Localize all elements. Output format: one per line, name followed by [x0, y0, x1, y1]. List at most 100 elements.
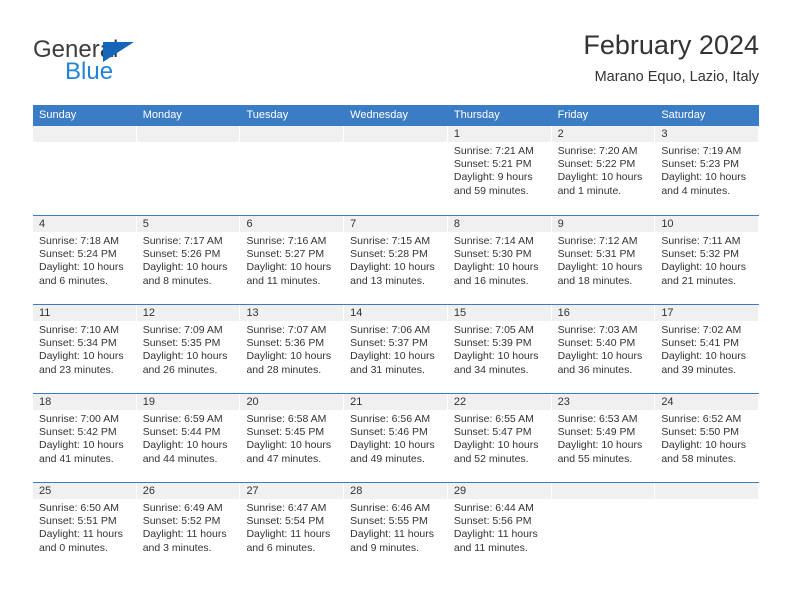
daylight-text: Daylight: 10 hours and 16 minutes. [453, 261, 539, 287]
daylight-text: Daylight: 10 hours and 36 minutes. [557, 350, 643, 376]
sunrise-text: Sunrise: 7:19 AM [661, 145, 742, 157]
weekday-header-sunday: Sunday [39, 109, 77, 121]
calendar-day-cell[interactable]: 7 Sunrise: 7:15 AM Sunset: 5:28 PM Daylight… [344, 216, 448, 304]
day-details: Sunrise: 7:06 AM Sunset: 5:37 PM Daylight:… [344, 321, 447, 377]
sunrise-text: Sunrise: 6:49 AM [142, 502, 223, 514]
calendar-day-cell[interactable]: 17 Sunrise: 7:02 AM Sunset: 5:41 PM Dayligh… [655, 305, 760, 393]
day-details: Sunrise: 7:17 AM Sunset: 5:26 PM Daylight:… [137, 232, 240, 288]
sunrise-text: Sunrise: 7:00 AM [39, 413, 119, 425]
sunrise-text: Sunrise: 7:15 AM [350, 235, 431, 247]
sunset-text: Sunset: 5:31 PM [557, 248, 636, 261]
daylight-text: Daylight: 11 hours and 3 minutes. [142, 528, 227, 554]
day-number: 12 [136, 305, 240, 321]
sunset-text: Sunset: 5:21 PM [453, 158, 532, 171]
calendar-day-cell[interactable]: 8 Sunrise: 7:14 AM Sunset: 5:30 PM Daylight… [447, 216, 552, 304]
calendar-day-cell[interactable]: 13 Sunrise: 7:07 AM Sunset: 5:36 PM Dayligh… [240, 305, 345, 393]
day-details: Sunrise: 6:53 AM Sunset: 5:49 PM Daylight:… [552, 410, 655, 466]
calendar-week-row: 25 Sunrise: 6:50 AM Sunset: 5:51 PM Dayligh… [33, 482, 760, 571]
calendar-day-cell[interactable]: 6 Sunrise: 7:16 AM Sunset: 5:27 PM Daylight… [240, 216, 345, 304]
sunset-text: Sunset: 5:46 PM [350, 426, 428, 439]
daylight-text: Daylight: 10 hours and 11 minutes. [246, 261, 332, 287]
day-details: Sunrise: 7:03 AM Sunset: 5:40 PM Daylight:… [552, 321, 655, 377]
calendar-day-cell[interactable]: 10 Sunrise: 7:11 AM Sunset: 5:32 PM Dayligh… [655, 216, 760, 304]
sunset-text: Sunset: 5:47 PM [453, 426, 532, 439]
title-block: February 2024 Marano Equo, Lazio, Italy [583, 28, 759, 88]
day-number: 4 [33, 216, 136, 232]
calendar-day-cell[interactable]: 9 Sunrise: 7:12 AM Sunset: 5:31 PM Daylight… [551, 216, 656, 304]
sunset-text: Sunset: 5:30 PM [453, 248, 532, 261]
sunset-text: Sunset: 5:37 PM [350, 337, 428, 350]
calendar-day-cell[interactable]: 26 Sunrise: 6:49 AM Sunset: 5:52 PM Dayligh… [136, 483, 241, 571]
calendar-day-cell[interactable]: 28 Sunrise: 6:46 AM Sunset: 5:55 PM Dayligh… [344, 483, 448, 571]
day-number: 16 [551, 305, 655, 321]
day-details: Sunrise: 6:58 AM Sunset: 5:45 PM Daylight:… [240, 410, 343, 466]
day-details: Sunrise: 6:44 AM Sunset: 5:56 PM Daylight:… [448, 499, 551, 555]
page-header: General Blue February 2024 Marano Equo, … [33, 28, 759, 96]
sunrise-text: Sunrise: 7:12 AM [557, 235, 638, 247]
calendar-day-cell[interactable]: 24 Sunrise: 6:52 AM Sunset: 5:50 PM Dayligh… [655, 394, 760, 482]
calendar-grid: Sunday Monday Tuesday Wednesday Thursday… [33, 105, 760, 571]
day-number: 1 [447, 126, 551, 142]
calendar-day-cell[interactable]: 20 Sunrise: 6:58 AM Sunset: 5:45 PM Dayligh… [240, 394, 345, 482]
calendar-day-cell[interactable]: 21 Sunrise: 6:56 AM Sunset: 5:46 PM Dayligh… [344, 394, 448, 482]
calendar-day-cell[interactable]: 5 Sunrise: 7:17 AM Sunset: 5:26 PM Daylight… [136, 216, 241, 304]
calendar-day-cell[interactable]: 1 Sunrise: 7:21 AM Sunset: 5:21 PM Daylight… [447, 126, 552, 215]
day-number: 26 [136, 483, 240, 499]
day-number: 11 [33, 305, 136, 321]
day-number: 20 [240, 394, 344, 410]
day-number [655, 483, 759, 499]
sunset-text: Sunset: 5:23 PM [661, 158, 739, 171]
sunrise-text: Sunrise: 6:58 AM [246, 413, 327, 425]
day-details: Sunrise: 7:12 AM Sunset: 5:31 PM Daylight:… [552, 232, 655, 288]
logo-text-blue: Blue [65, 58, 114, 85]
general-blue-logo[interactable]: General Blue [33, 32, 273, 88]
day-number: 15 [447, 305, 551, 321]
sunset-text: Sunset: 5:45 PM [246, 426, 325, 439]
calendar-day-cell-empty [655, 483, 760, 571]
day-number: 23 [551, 394, 655, 410]
sunset-text: Sunset: 5:35 PM [142, 337, 221, 350]
day-number: 9 [551, 216, 655, 232]
calendar-day-cell[interactable]: 29 Sunrise: 6:44 AM Sunset: 5:56 PM Dayligh… [447, 483, 552, 571]
day-number: 18 [33, 394, 136, 410]
day-details: Sunrise: 6:59 AM Sunset: 5:44 PM Daylight:… [137, 410, 240, 466]
day-number: 22 [447, 394, 551, 410]
calendar-day-cell[interactable]: 23 Sunrise: 6:53 AM Sunset: 5:49 PM Dayligh… [551, 394, 656, 482]
calendar-day-cell[interactable]: 11 Sunrise: 7:10 AM Sunset: 5:34 PM Dayligh… [33, 305, 137, 393]
calendar-day-cell[interactable]: 19 Sunrise: 6:59 AM Sunset: 5:44 PM Dayligh… [136, 394, 241, 482]
daylight-text: Daylight: 10 hours and 18 minutes. [557, 261, 643, 287]
sunrise-text: Sunrise: 7:03 AM [557, 324, 638, 336]
day-details: Sunrise: 7:19 AM Sunset: 5:23 PM Daylight:… [655, 142, 758, 198]
calendar-day-cell[interactable]: 16 Sunrise: 7:03 AM Sunset: 5:40 PM Dayligh… [551, 305, 656, 393]
day-details: Sunrise: 6:55 AM Sunset: 5:47 PM Daylight:… [448, 410, 551, 466]
calendar-day-cell[interactable]: 14 Sunrise: 7:06 AM Sunset: 5:37 PM Dayligh… [344, 305, 448, 393]
daylight-text: Daylight: 10 hours and 39 minutes. [661, 350, 746, 376]
sunrise-text: Sunrise: 6:56 AM [350, 413, 431, 425]
daylight-text: Daylight: 10 hours and 6 minutes. [39, 261, 124, 287]
daylight-text: Daylight: 10 hours and 4 minutes. [661, 171, 746, 197]
day-number: 25 [33, 483, 136, 499]
daylight-text: Daylight: 10 hours and 13 minutes. [350, 261, 435, 287]
calendar-day-cell[interactable]: 25 Sunrise: 6:50 AM Sunset: 5:51 PM Dayligh… [33, 483, 137, 571]
calendar-day-cell-empty [344, 126, 448, 215]
day-details: Sunrise: 7:10 AM Sunset: 5:34 PM Daylight:… [33, 321, 136, 377]
calendar-day-cell[interactable]: 12 Sunrise: 7:09 AM Sunset: 5:35 PM Dayligh… [136, 305, 241, 393]
sunset-text: Sunset: 5:49 PM [557, 426, 636, 439]
sunset-text: Sunset: 5:55 PM [350, 515, 428, 528]
calendar-day-cell[interactable]: 27 Sunrise: 6:47 AM Sunset: 5:54 PM Dayligh… [240, 483, 345, 571]
day-details: Sunrise: 6:56 AM Sunset: 5:46 PM Daylight:… [344, 410, 447, 466]
sunset-text: Sunset: 5:39 PM [453, 337, 532, 350]
calendar-week-row: 4 Sunrise: 7:18 AM Sunset: 5:24 PM Daylight… [33, 215, 760, 304]
calendar-day-cell[interactable]: 3 Sunrise: 7:19 AM Sunset: 5:23 PM Daylight… [655, 126, 760, 215]
calendar-day-cell[interactable]: 15 Sunrise: 7:05 AM Sunset: 5:39 PM Dayligh… [447, 305, 552, 393]
sunset-text: Sunset: 5:32 PM [661, 248, 739, 261]
calendar-day-cell-empty [240, 126, 345, 215]
sunrise-text: Sunrise: 6:46 AM [350, 502, 431, 514]
calendar-day-cell[interactable]: 22 Sunrise: 6:55 AM Sunset: 5:47 PM Dayligh… [447, 394, 552, 482]
calendar-day-cell[interactable]: 2 Sunrise: 7:20 AM Sunset: 5:22 PM Daylight… [551, 126, 656, 215]
calendar-day-cell[interactable]: 4 Sunrise: 7:18 AM Sunset: 5:24 PM Daylight… [33, 216, 137, 304]
day-number: 24 [655, 394, 759, 410]
weekday-header-monday: Monday [142, 109, 182, 121]
sunset-text: Sunset: 5:40 PM [557, 337, 636, 350]
calendar-day-cell[interactable]: 18 Sunrise: 7:00 AM Sunset: 5:42 PM Dayligh… [33, 394, 137, 482]
